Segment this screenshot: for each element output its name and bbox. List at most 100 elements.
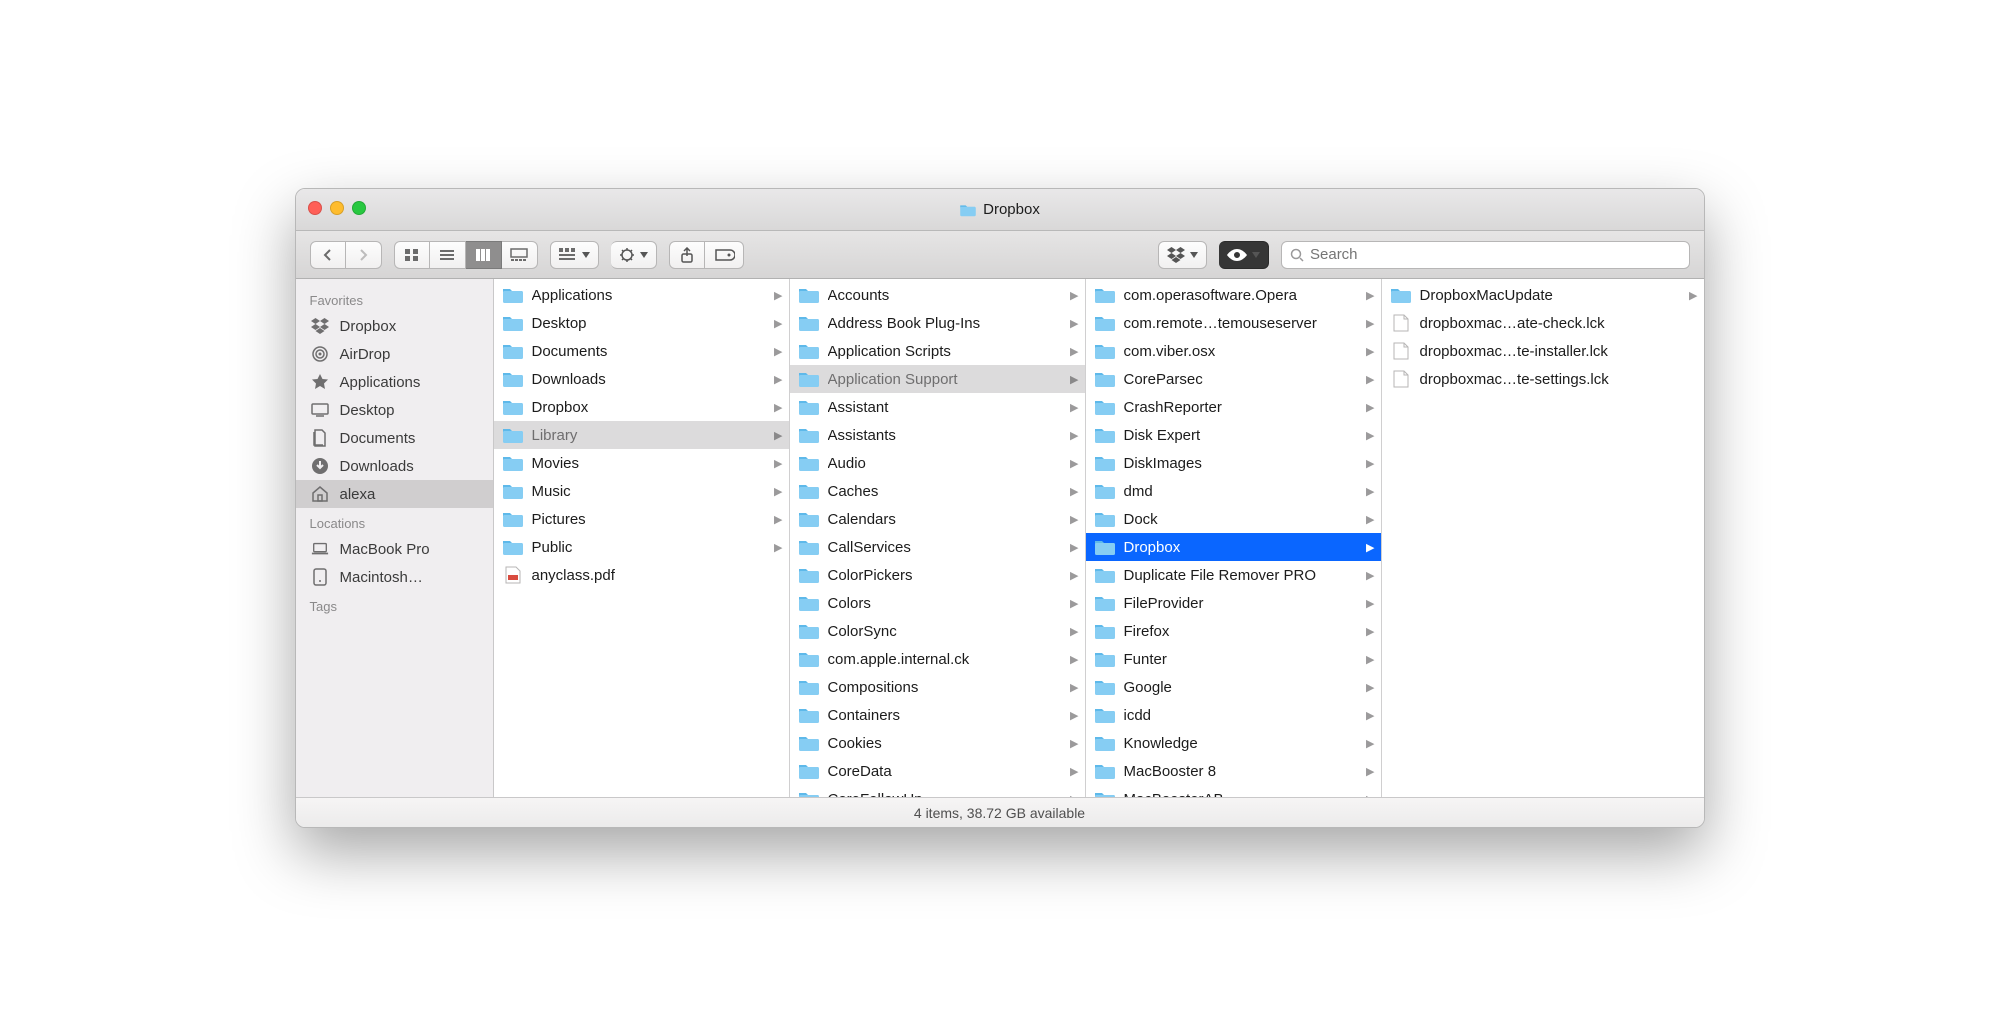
item-name: anyclass.pdf (532, 567, 783, 584)
list-item[interactable]: Application Scripts▶ (790, 337, 1085, 365)
sidebar-item-macintosh-[interactable]: Macintosh… (296, 563, 493, 591)
list-item[interactable]: DiskImages▶ (1086, 449, 1381, 477)
sidebar-item-desktop[interactable]: Desktop (296, 396, 493, 424)
zoom-button[interactable] (352, 201, 366, 215)
list-item[interactable]: Dropbox▶ (494, 393, 789, 421)
list-item[interactable]: CallServices▶ (790, 533, 1085, 561)
sidebar-item-downloads[interactable]: Downloads (296, 452, 493, 480)
icon-view-button[interactable] (394, 241, 430, 269)
folder-icon (798, 398, 820, 416)
list-item[interactable]: Dock▶ (1086, 505, 1381, 533)
list-item[interactable]: Assistant▶ (790, 393, 1085, 421)
share-button[interactable] (669, 241, 705, 269)
item-name: DropboxMacUpdate (1420, 287, 1682, 304)
list-item[interactable]: Public▶ (494, 533, 789, 561)
list-item[interactable]: Google▶ (1086, 673, 1381, 701)
list-item[interactable]: com.viber.osx▶ (1086, 337, 1381, 365)
item-name: Duplicate File Remover PRO (1124, 567, 1359, 584)
list-item[interactable]: Compositions▶ (790, 673, 1085, 701)
list-item[interactable]: CoreFollowUp▶ (790, 785, 1085, 797)
group-by-button[interactable] (550, 241, 599, 269)
list-item[interactable]: Pictures▶ (494, 505, 789, 533)
list-item[interactable]: dropboxmac…ate-check.lck (1382, 309, 1704, 337)
list-item[interactable]: Music▶ (494, 477, 789, 505)
item-name: ColorPickers (828, 567, 1063, 584)
list-item[interactable]: Downloads▶ (494, 365, 789, 393)
column-1: Accounts▶Address Book Plug-Ins▶Applicati… (790, 279, 1086, 797)
list-item[interactable]: Disk Expert▶ (1086, 421, 1381, 449)
list-item[interactable]: Accounts▶ (790, 281, 1085, 309)
gallery-view-button[interactable] (502, 241, 538, 269)
chevron-right-icon: ▶ (1366, 373, 1374, 386)
sidebar-item-dropbox[interactable]: Dropbox (296, 312, 493, 340)
sidebar-item-alexa[interactable]: alexa (296, 480, 493, 508)
list-item[interactable]: Knowledge▶ (1086, 729, 1381, 757)
close-button[interactable] (308, 201, 322, 215)
list-item[interactable]: Containers▶ (790, 701, 1085, 729)
list-item[interactable]: ColorSync▶ (790, 617, 1085, 645)
list-item[interactable]: Desktop▶ (494, 309, 789, 337)
list-item[interactable]: dropboxmac…te-settings.lck (1382, 365, 1704, 393)
list-item[interactable]: dropboxmac…te-installer.lck (1382, 337, 1704, 365)
folder-icon (1094, 370, 1116, 388)
folder-icon (1094, 762, 1116, 780)
list-item[interactable]: CoreParsec▶ (1086, 365, 1381, 393)
list-item[interactable]: Colors▶ (790, 589, 1085, 617)
list-item[interactable]: CoreData▶ (790, 757, 1085, 785)
sidebar-item-documents[interactable]: Documents (296, 424, 493, 452)
list-item[interactable]: Documents▶ (494, 337, 789, 365)
list-item[interactable]: Assistants▶ (790, 421, 1085, 449)
search-input[interactable] (1310, 246, 1681, 263)
minimize-button[interactable] (330, 201, 344, 215)
list-item[interactable]: Duplicate File Remover PRO▶ (1086, 561, 1381, 589)
list-item[interactable]: MacBooster 8▶ (1086, 757, 1381, 785)
sidebar-item-applications[interactable]: Applications (296, 368, 493, 396)
action-menu-button[interactable] (611, 241, 657, 269)
item-name: Pictures (532, 511, 767, 528)
list-item[interactable]: com.remote…temouseserver▶ (1086, 309, 1381, 337)
item-name: CallServices (828, 539, 1063, 556)
tag-button[interactable] (705, 241, 744, 269)
list-item[interactable]: CrashReporter▶ (1086, 393, 1381, 421)
list-item[interactable]: Cookies▶ (790, 729, 1085, 757)
item-name: Music (532, 483, 767, 500)
search-field[interactable] (1281, 241, 1690, 269)
list-item[interactable]: Applications▶ (494, 281, 789, 309)
list-item[interactable]: com.operasoftware.Opera▶ (1086, 281, 1381, 309)
list-item[interactable]: dmd▶ (1086, 477, 1381, 505)
list-item[interactable]: FileProvider▶ (1086, 589, 1381, 617)
forward-button[interactable] (346, 241, 382, 269)
list-item[interactable]: icdd▶ (1086, 701, 1381, 729)
column-view-button[interactable] (466, 241, 502, 269)
chevron-right-icon: ▶ (1689, 289, 1697, 302)
list-item[interactable]: ColorPickers▶ (790, 561, 1085, 589)
list-item[interactable]: com.apple.internal.ck▶ (790, 645, 1085, 673)
column-3: DropboxMacUpdate ▶ dropboxmac…ate-check.lc… (1382, 279, 1704, 797)
dropbox-icon (310, 317, 330, 335)
chevron-right-icon: ▶ (1366, 345, 1374, 358)
list-item[interactable]: Address Book Plug-Ins▶ (790, 309, 1085, 337)
sidebar-item-airdrop[interactable]: AirDrop (296, 340, 493, 368)
view-mode-group (394, 241, 538, 269)
list-item[interactable]: Application Support▶ (790, 365, 1085, 393)
hidden-files-button[interactable] (1219, 241, 1269, 269)
list-item[interactable]: Funter▶ (1086, 645, 1381, 673)
list-item[interactable]: Library▶ (494, 421, 789, 449)
list-item[interactable]: anyclass.pdf (494, 561, 789, 589)
list-item[interactable]: MacBoosterAB▶ (1086, 785, 1381, 797)
list-item[interactable]: Caches▶ (790, 477, 1085, 505)
list-view-button[interactable] (430, 241, 466, 269)
folder-icon (1094, 790, 1116, 797)
back-button[interactable] (310, 241, 346, 269)
folder-icon (1094, 734, 1116, 752)
list-item[interactable]: Dropbox▶ (1086, 533, 1381, 561)
list-item[interactable]: Audio▶ (790, 449, 1085, 477)
item-name: Application Support (828, 371, 1063, 388)
list-item[interactable]: Calendars▶ (790, 505, 1085, 533)
list-item[interactable]: DropboxMacUpdate ▶ (1382, 281, 1704, 309)
sidebar-item-macbook-pro[interactable]: MacBook Pro (296, 535, 493, 563)
list-item[interactable]: Firefox▶ (1086, 617, 1381, 645)
sidebar-item-label: Applications (340, 374, 421, 391)
dropbox-menu-button[interactable] (1158, 241, 1207, 269)
list-item[interactable]: Movies▶ (494, 449, 789, 477)
